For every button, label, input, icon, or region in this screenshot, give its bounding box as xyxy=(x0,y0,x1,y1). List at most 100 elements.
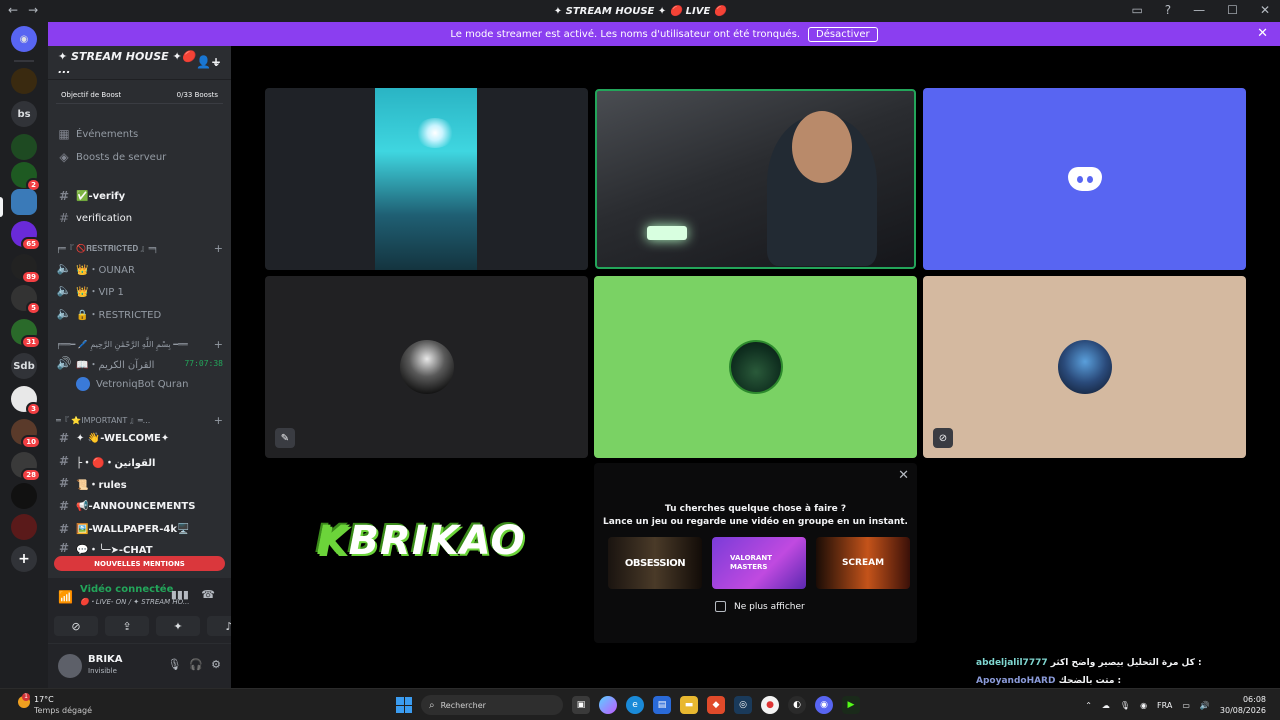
category-quran[interactable]: ╒══━ 🖊️ بِسْمِ اللَّهِ الرَّحْمَٰنِ الرَ… xyxy=(56,336,223,352)
server-bs[interactable]: bs xyxy=(11,101,37,127)
minimize-icon[interactable]: — xyxy=(1193,3,1205,17)
server-badge: 3 xyxy=(26,402,41,416)
category-restricted[interactable]: ╒═『 🚫𝐑𝐄𝐒𝐓𝐑𝐈𝐂𝐓𝐄𝐃 』═╕ + xyxy=(56,240,223,256)
participant-tile-1[interactable]: ✎ xyxy=(265,276,588,458)
deactivate-button[interactable]: Désactiver xyxy=(808,26,878,42)
copilot-icon[interactable] xyxy=(599,696,617,714)
video-tile-discord[interactable] xyxy=(923,88,1246,270)
microphone-icon[interactable]: 🎙 xyxy=(167,658,181,671)
server-dreba-icon[interactable] xyxy=(11,514,37,540)
channel-welcome[interactable]: # ✦ 👋-WELCOME✦ xyxy=(56,428,223,448)
dont-show-again-checkbox[interactable]: Ne plus afficher xyxy=(715,601,805,612)
volume-icon[interactable]: 🔊 xyxy=(1200,701,1210,710)
activities-button[interactable]: ✦ xyxy=(156,616,200,636)
location-icon[interactable]: ◉ xyxy=(1140,701,1147,710)
voice-channel-restricted[interactable]: 🔈 🔒・RESTRICTED xyxy=(56,303,223,323)
invite-icon[interactable]: 👤+ xyxy=(196,55,221,69)
participant-tile-3[interactable]: ⊘ xyxy=(923,276,1246,458)
maximize-icon[interactable]: ☐ xyxy=(1227,3,1238,17)
windows-start-icon[interactable] xyxy=(396,697,412,713)
activity-valorant[interactable]: VALORANT MASTERS xyxy=(712,537,806,589)
channel-chat[interactable]: # 💬・╰─➤-CHAT xyxy=(56,542,223,554)
clock[interactable]: 06:08 30/08/2026 xyxy=(1220,694,1266,716)
server-selected-icon[interactable] xyxy=(11,189,37,215)
camera-off-button[interactable]: ⊘ xyxy=(54,616,98,636)
voice-channel-quran[interactable]: 🔊 📖・القرآن الكريم 77:07:38 xyxy=(56,353,223,373)
server-s-icon[interactable]: 3 xyxy=(11,386,41,416)
store-icon[interactable]: ▤ xyxy=(653,696,671,714)
channel-announcements[interactable]: # 📢-ANNOUNCEMENTS xyxy=(56,496,223,516)
server-rail: ◉ bs 2 65 89 5 31 Sdb 3 10 28 + xyxy=(0,22,48,688)
server-gray-icon[interactable]: 28 xyxy=(11,452,41,482)
add-channel-icon[interactable]: + xyxy=(214,338,223,351)
category-important[interactable]: ═『 ⭐IMPORTANT 』═... + xyxy=(56,412,223,428)
boost-goal[interactable]: Objectif de Boost 0/33 Boosts xyxy=(56,86,223,104)
server-header[interactable]: ✦ STREAM HOUSE ✦🔴 ... ⌄ 👤+ xyxy=(48,46,231,80)
add-channel-icon[interactable]: + xyxy=(214,242,223,255)
server-dark-icon[interactable]: 89 xyxy=(11,254,41,284)
server-star-icon[interactable]: 65 xyxy=(11,221,41,251)
server-green-icon[interactable]: 31 xyxy=(11,319,41,349)
checkbox-square[interactable] xyxy=(715,601,726,612)
avatar xyxy=(400,340,454,394)
edge-icon[interactable]: e xyxy=(626,696,644,714)
server-sdb[interactable]: Sdb xyxy=(11,353,37,379)
help-icon[interactable]: ? xyxy=(1165,3,1171,17)
voice-member-quran-bot[interactable]: VetroniqBot Quran xyxy=(76,374,223,394)
new-mentions-button[interactable]: NOUVELLES MENTIONS xyxy=(54,556,225,571)
activity-obsession[interactable]: OBSESSION xyxy=(608,537,702,589)
screen-share-button[interactable]: ⇪ xyxy=(105,616,149,636)
server-nexus-icon[interactable] xyxy=(11,134,37,160)
add-channel-icon[interactable]: + xyxy=(214,414,223,427)
discord-taskbar-icon[interactable]: ◉ xyxy=(815,696,833,714)
close-window-icon[interactable]: ✕ xyxy=(1260,3,1270,17)
obs-icon[interactable]: ◐ xyxy=(788,696,806,714)
server-brown-icon[interactable]: 10 xyxy=(11,419,41,449)
username[interactable]: BRIKA xyxy=(88,654,123,665)
server-brik-icon[interactable]: 5 xyxy=(11,285,41,315)
server-kick-icon[interactable]: 2 xyxy=(11,162,41,192)
steam-icon[interactable]: ◎ xyxy=(734,696,752,714)
hash-icon: # xyxy=(58,476,70,490)
chevron-up-icon[interactable]: ⌃ xyxy=(1085,701,1092,710)
events-link[interactable]: ▦ Événements xyxy=(56,124,223,144)
system-tray: ⌃ ☁ 🎙 ◉ FRA ▭ 🔊 06:08 30/08/2026 xyxy=(1085,694,1266,716)
discord-home-icon[interactable]: ◉ xyxy=(11,26,37,52)
disconnect-icon[interactable]: ☎ xyxy=(201,588,215,601)
activity-scream[interactable]: SCREAM xyxy=(816,537,910,589)
voice-channel-ounar[interactable]: 🔈 👑・OUNAR xyxy=(56,258,223,278)
chrome-icon[interactable]: ● xyxy=(761,696,779,714)
channel-verification[interactable]: # verification xyxy=(56,208,223,228)
file-explorer-icon[interactable]: ▬ xyxy=(680,696,698,714)
server-boosts-link[interactable]: ◈ Boosts de serveur xyxy=(56,147,223,167)
network-icon[interactable]: ▭ xyxy=(1182,701,1190,710)
task-view-icon[interactable]: ▣ xyxy=(572,696,590,714)
server-klika-icon[interactable] xyxy=(11,68,37,94)
inbox-icon[interactable]: ▭ xyxy=(1131,3,1142,17)
participant-tile-kick[interactable] xyxy=(594,276,917,458)
channel-wallpaper[interactable]: # 🖼️-WALLPAPER-4k🖥️ xyxy=(56,519,223,539)
taskbar-search[interactable]: ⌕ Rechercher xyxy=(421,695,563,715)
channel-sidebar: ✦ STREAM HOUSE ✦🔴 ... ⌄ 👤+ Objectif de B… xyxy=(48,46,251,688)
video-tile-speaking[interactable] xyxy=(595,89,916,269)
video-tile-1[interactable] xyxy=(265,88,588,270)
avatar[interactable] xyxy=(58,654,82,678)
language-indicator[interactable]: FRA xyxy=(1157,701,1172,710)
server-black-icon[interactable] xyxy=(11,483,37,509)
headphones-icon[interactable]: 🎧 xyxy=(189,658,203,671)
settings-gear-icon[interactable]: ⚙ xyxy=(211,658,221,671)
voice-status[interactable]: Vidéo connectée xyxy=(80,584,173,595)
cloud-off-icon[interactable]: ☁ xyxy=(1102,701,1110,710)
add-server-icon[interactable]: + xyxy=(11,546,37,572)
voice-channel-vip[interactable]: 🔈 👑・VIP 1 xyxy=(56,280,223,300)
boost-label: Objectif de Boost xyxy=(61,90,122,99)
channel-rules-ar[interactable]: # ├・🔴・القوانين xyxy=(56,451,223,471)
kick-studio-icon[interactable]: ▶ xyxy=(842,696,860,714)
channel-rules[interactable]: # 📜・rules xyxy=(56,473,223,493)
channel-verify[interactable]: # ✅-verify xyxy=(56,186,223,206)
mic-tray-icon[interactable]: 🎙 xyxy=(1120,701,1130,710)
close-banner-icon[interactable]: ✕ xyxy=(1257,26,1268,41)
brave-icon[interactable]: ◆ xyxy=(707,696,725,714)
noise-suppression-icon[interactable]: ▮▮▮ xyxy=(171,588,189,601)
close-icon[interactable]: ✕ xyxy=(898,468,909,483)
